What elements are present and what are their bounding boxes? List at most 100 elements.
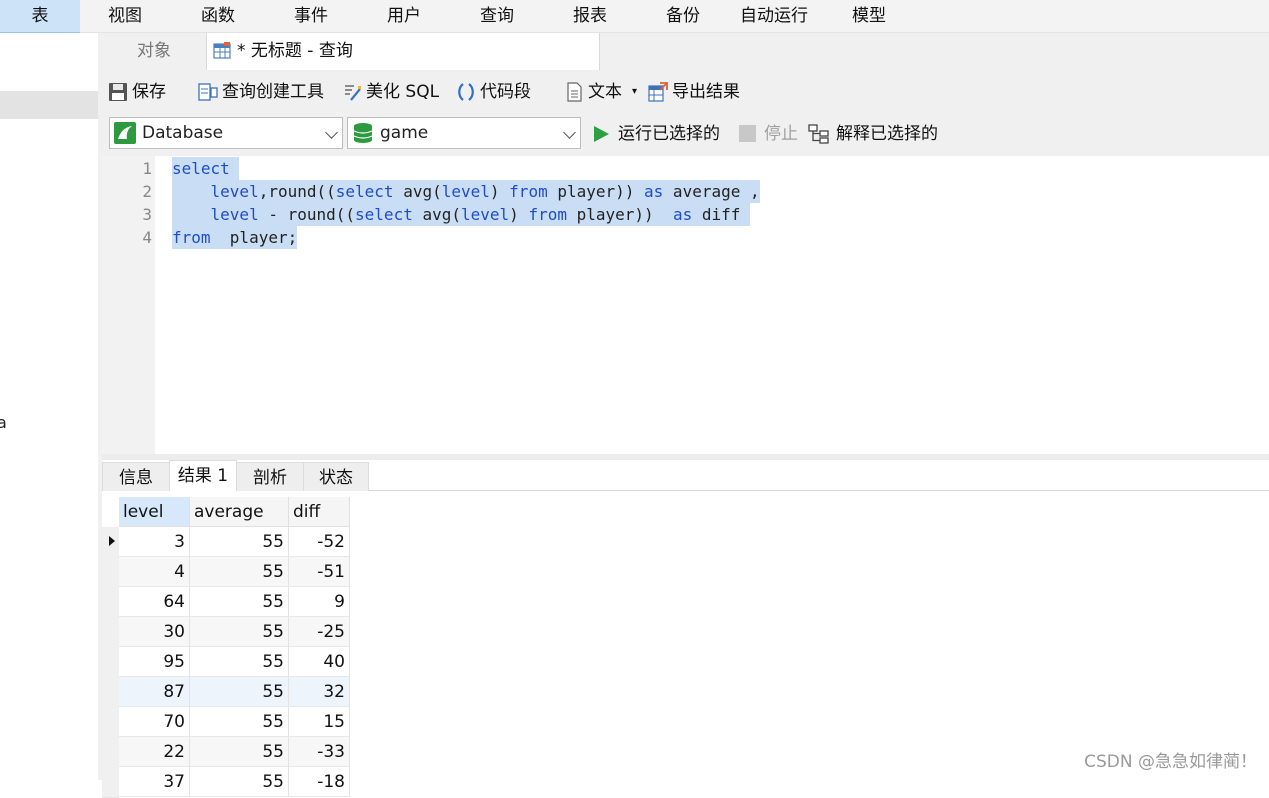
menu-view[interactable]: 视图 bbox=[108, 0, 142, 32]
tab-status[interactable]: 状态 bbox=[303, 462, 369, 491]
line-number-gutter: 1 2 3 4 bbox=[102, 156, 155, 454]
cell-diff[interactable]: -33 bbox=[289, 737, 350, 767]
menu-event[interactable]: 事件 bbox=[294, 0, 328, 32]
tab-objects[interactable]: 对象 bbox=[102, 33, 206, 70]
table-row[interactable]: 70 55 15 bbox=[102, 707, 350, 738]
left-panel-text: a bbox=[0, 413, 7, 432]
database-select[interactable]: game bbox=[347, 117, 581, 149]
cell-diff[interactable]: -18 bbox=[289, 767, 350, 797]
cell-diff[interactable]: -51 bbox=[289, 557, 350, 587]
connection-row: Database game 运行已选择的 停止 解释已选择的 bbox=[102, 114, 1269, 156]
cell-average[interactable]: 55 bbox=[190, 587, 289, 617]
cell-average[interactable]: 55 bbox=[190, 617, 289, 647]
cell-level[interactable]: 30 bbox=[119, 617, 190, 647]
left-panel: a bbox=[0, 33, 102, 780]
query-table-icon bbox=[213, 42, 231, 59]
tab-profile[interactable]: 剖析 bbox=[236, 462, 304, 491]
code-line[interactable]: select bbox=[172, 157, 240, 180]
cell-level[interactable]: 22 bbox=[119, 737, 190, 767]
export-table-icon bbox=[648, 82, 668, 102]
text-mode-button[interactable]: 文本 ▾ bbox=[564, 78, 644, 106]
export-results-label: 导出结果 bbox=[672, 82, 740, 102]
chevron-down-icon bbox=[325, 126, 338, 139]
cell-average[interactable]: 55 bbox=[190, 647, 289, 677]
stop-icon bbox=[739, 125, 756, 142]
row-selector[interactable] bbox=[102, 557, 119, 588]
cell-level[interactable]: 37 bbox=[119, 767, 190, 797]
row-selector[interactable] bbox=[102, 587, 119, 618]
table-row[interactable]: 4 55 -51 bbox=[102, 557, 350, 588]
tab-info[interactable]: 信息 bbox=[102, 462, 170, 491]
cell-average[interactable]: 55 bbox=[190, 677, 289, 707]
stop-label: 停止 bbox=[764, 124, 798, 144]
column-header-level[interactable]: level bbox=[119, 497, 190, 527]
cell-average[interactable]: 55 bbox=[190, 707, 289, 737]
table-row[interactable]: 87 55 32 bbox=[102, 677, 350, 708]
row-selector[interactable] bbox=[102, 617, 119, 648]
run-selected-label: 运行已选择的 bbox=[618, 124, 720, 144]
menu-backup[interactable]: 备份 bbox=[666, 0, 700, 32]
table-row[interactable]: 37 55 -18 bbox=[102, 767, 350, 798]
row-selector[interactable] bbox=[102, 677, 119, 708]
cell-level[interactable]: 3 bbox=[119, 527, 190, 557]
tab-query[interactable]: * 无标题 - 查询 bbox=[206, 33, 600, 71]
beautify-sql-button[interactable]: 美化 SQL bbox=[342, 78, 452, 106]
table-row[interactable]: 64 55 9 bbox=[102, 587, 350, 618]
cell-diff[interactable]: 40 bbox=[289, 647, 350, 677]
export-results-button[interactable]: 导出结果 bbox=[648, 78, 758, 106]
cell-level[interactable]: 4 bbox=[119, 557, 190, 587]
cell-level[interactable]: 95 bbox=[119, 647, 190, 677]
menu-user[interactable]: 用户 bbox=[387, 0, 421, 32]
cell-average[interactable]: 55 bbox=[190, 737, 289, 767]
row-selector[interactable] bbox=[102, 767, 119, 798]
cell-diff[interactable]: -25 bbox=[289, 617, 350, 647]
beautify-sql-label: 美化 SQL bbox=[366, 82, 440, 102]
column-header-average[interactable]: average bbox=[190, 497, 289, 527]
tab-query-label: * 无标题 - 查询 bbox=[237, 41, 353, 61]
cell-diff[interactable]: 32 bbox=[289, 677, 350, 707]
cell-diff[interactable]: 15 bbox=[289, 707, 350, 737]
cell-average[interactable]: 55 bbox=[190, 557, 289, 587]
save-button[interactable]: 保存 bbox=[108, 78, 178, 106]
code-line[interactable]: level,round((select avg(level) from play… bbox=[172, 180, 760, 203]
watermark: CSDN @急急如律蔺！ bbox=[1084, 752, 1257, 772]
cell-average[interactable]: 55 bbox=[190, 767, 289, 797]
row-selector[interactable] bbox=[102, 647, 119, 678]
connection-select[interactable]: Database bbox=[109, 117, 343, 149]
column-header-diff[interactable]: diff bbox=[289, 497, 350, 527]
cell-level[interactable]: 70 bbox=[119, 707, 190, 737]
cell-diff[interactable]: 9 bbox=[289, 587, 350, 617]
table-row[interactable]: 3 55 -52 bbox=[102, 527, 350, 558]
mysql-connection-icon bbox=[114, 122, 136, 144]
table-row[interactable]: 95 55 40 bbox=[102, 647, 350, 678]
toolbar: 保存 查询创建工具 美化 SQL 代码段 文本 ▾ 导出结果 bbox=[102, 70, 1269, 114]
left-panel-selected-row[interactable] bbox=[0, 91, 98, 119]
current-row-indicator[interactable] bbox=[102, 527, 119, 558]
row-selector[interactable] bbox=[102, 737, 119, 768]
menu-model[interactable]: 模型 bbox=[852, 0, 886, 32]
tab-result-1[interactable]: 结果 1 bbox=[169, 460, 237, 491]
menu-table[interactable]: 表 bbox=[0, 0, 80, 34]
query-builder-button[interactable]: 查询创建工具 bbox=[198, 78, 338, 106]
query-builder-label: 查询创建工具 bbox=[222, 82, 324, 102]
menu-report[interactable]: 报表 bbox=[573, 0, 607, 32]
table-row[interactable]: 30 55 -25 bbox=[102, 617, 350, 648]
cell-diff[interactable]: -52 bbox=[289, 527, 350, 557]
database-icon bbox=[353, 123, 373, 143]
line-number: 1 bbox=[142, 159, 152, 178]
menu-query[interactable]: 查询 bbox=[480, 0, 514, 32]
sql-editor[interactable]: 1 2 3 4 select level,round((select avg(l… bbox=[102, 156, 1269, 454]
play-icon bbox=[594, 126, 609, 142]
row-selector[interactable] bbox=[102, 707, 119, 738]
menu-function[interactable]: 函数 bbox=[201, 0, 235, 32]
document-icon bbox=[567, 82, 582, 102]
code-line[interactable]: from player; bbox=[172, 226, 298, 249]
text-mode-dropdown-icon[interactable]: ▾ bbox=[632, 78, 637, 106]
cell-average[interactable]: 55 bbox=[190, 527, 289, 557]
menu-automation[interactable]: 自动运行 bbox=[740, 0, 808, 32]
code-line[interactable]: level - round((select avg(level) from pl… bbox=[172, 203, 750, 226]
cell-level[interactable]: 87 bbox=[119, 677, 190, 707]
cell-level[interactable]: 64 bbox=[119, 587, 190, 617]
table-row[interactable]: 22 55 -33 bbox=[102, 737, 350, 768]
snippet-button[interactable]: 代码段 bbox=[456, 78, 546, 106]
